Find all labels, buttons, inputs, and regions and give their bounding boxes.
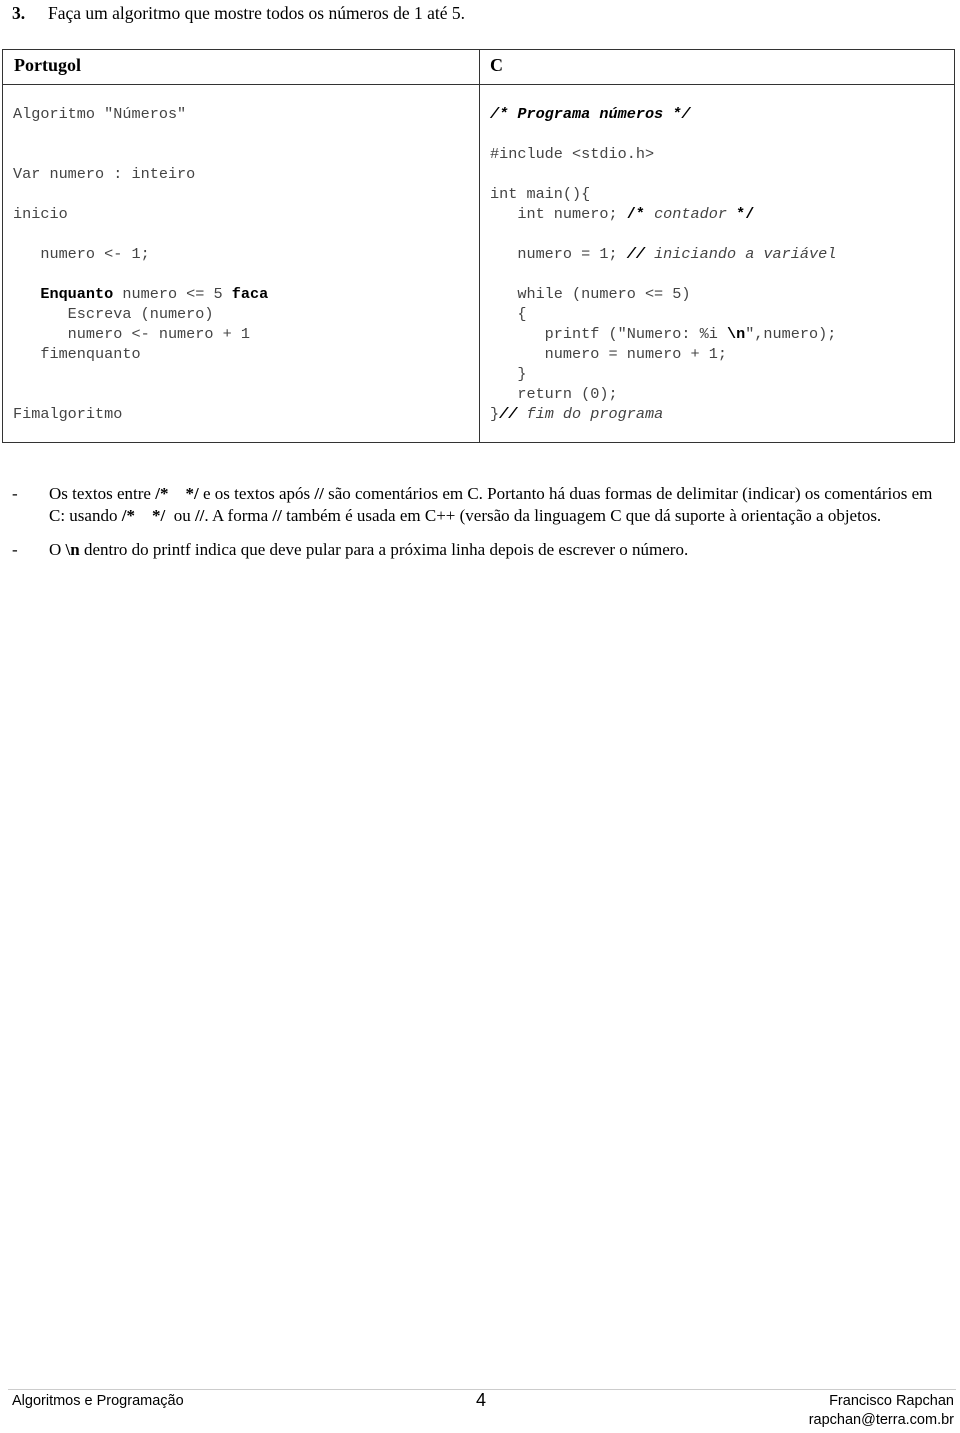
notes-list: - Os textos entre /* */ e os textos após… [12, 483, 947, 573]
note-text: e os textos após [198, 484, 315, 503]
code-text: printf ("Numero: %i [490, 325, 727, 343]
code-text: ",numero); [745, 325, 837, 343]
footer-course: Algoritmos e Programação [12, 1393, 184, 1409]
code-line: int main(){ [490, 185, 591, 203]
code-line: inicio [13, 205, 68, 223]
portugol-code: Algoritmo "Números" Var numero : inteiro… [13, 50, 473, 440]
code-line: int numero; /* contador */ [490, 204, 754, 224]
code-comparison-table: Portugol C Algoritmo "Números" Var numer… [2, 49, 955, 443]
code-line: }// fim do programa [490, 404, 663, 424]
code-line: { [490, 305, 527, 323]
code-line: printf ("Numero: %i \n",numero); [490, 324, 837, 344]
code-comment: fim do programa [517, 405, 664, 423]
code-comment: iniciando a variável [644, 245, 837, 263]
code-text: int numero; [490, 205, 627, 223]
note-code: \n [65, 540, 80, 559]
code-line: } [490, 365, 527, 383]
code-text: numero = 1; [490, 245, 627, 263]
note-text: também é usada em C++ (versão da linguag… [281, 506, 882, 525]
comment-open: /* [626, 205, 645, 223]
code-line: Enquanto numero <= 5 faca [13, 284, 268, 304]
newline-escape: \n [726, 325, 746, 343]
note-item: - O \n dentro do printf indica que deve … [12, 539, 947, 561]
code-comment: contador [644, 205, 737, 223]
column-divider [479, 50, 480, 442]
page-number: 4 [476, 1390, 487, 1410]
note-text: O [49, 540, 66, 559]
code-line: numero <- numero + 1 [13, 325, 250, 343]
note-text: . A forma [204, 506, 273, 525]
note-code: /* */ [121, 506, 166, 525]
question-text: Faça um algoritmo que mostre todos os nú… [48, 3, 466, 23]
code-text: numero <= 5 [113, 285, 232, 303]
comment-close: */ [736, 205, 755, 223]
question-heading: 3. Faça um algoritmo que mostre todos os … [12, 3, 465, 24]
code-line: numero = 1; // iniciando a variável [490, 244, 836, 264]
code-line: fimenquanto [13, 345, 141, 363]
code-line: while (numero <= 5) [490, 285, 691, 303]
keyword-faca: faca [231, 285, 269, 303]
code-line: Escreva (numero) [13, 305, 214, 323]
code-line: numero = numero + 1; [490, 345, 727, 363]
note-code: // [272, 506, 282, 525]
comment-slashes: // [499, 405, 518, 423]
code-line: numero <- 1; [13, 245, 150, 263]
keyword-enquanto: Enquanto [40, 285, 114, 303]
c-code: /* Programa números */ #include <stdio.h… [490, 50, 950, 440]
code-line: Fimalgoritmo [13, 405, 123, 423]
bullet-dash: - [12, 540, 18, 559]
note-text: dentro do printf indica que deve pular p… [79, 540, 689, 559]
comment-slashes: // [626, 245, 645, 263]
code-line: return (0); [490, 385, 618, 403]
footer-email: rapchan@terra.com.br [808, 1412, 954, 1428]
note-text: Os textos entre [49, 484, 156, 503]
note-text: ou [165, 506, 195, 525]
footer-author: Francisco Rapchan [829, 1393, 954, 1409]
code-line: #include <stdio.h> [490, 145, 655, 163]
note-code: /* */ [155, 484, 199, 503]
code-text: } [490, 405, 500, 423]
code-line: Algoritmo "Números" [13, 105, 187, 123]
note-item: - Os textos entre /* */ e os textos após… [12, 483, 947, 527]
bullet-dash: - [12, 484, 18, 503]
code-line: Var numero : inteiro [13, 165, 196, 183]
note-code: // [194, 506, 205, 525]
code-comment-title: /* Programa números */ [490, 105, 691, 123]
note-code: // [314, 484, 324, 503]
question-number: 3. [12, 3, 26, 23]
